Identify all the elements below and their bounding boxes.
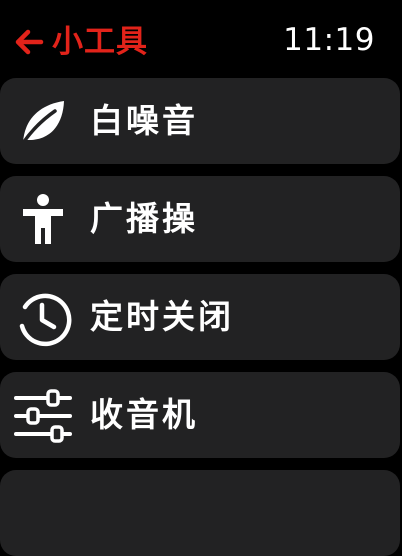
- back-button[interactable]: 小工具: [14, 22, 148, 62]
- list-item-label: 白噪音: [90, 101, 198, 140]
- top-bar: 小工具 11:19: [0, 0, 402, 78]
- person-standing-icon: [14, 192, 72, 248]
- list-item-label: 定时关闭: [90, 297, 234, 336]
- list-item-partial[interactable]: [0, 470, 400, 556]
- sliders-icon: [14, 388, 72, 444]
- list-item-label: 广播操: [90, 199, 198, 238]
- leaf-icon: [14, 94, 72, 150]
- status-time: 11:19: [283, 22, 375, 58]
- arrow-left-icon: [15, 29, 44, 55]
- list-item-radio[interactable]: 收音机: [0, 372, 400, 458]
- clock-icon: [14, 290, 72, 347]
- list-item-white-noise[interactable]: 白噪音: [0, 78, 400, 164]
- list-item-radio-exercise[interactable]: 广播操: [0, 176, 400, 262]
- list-item-sleep-timer[interactable]: 定时关闭: [0, 274, 400, 360]
- page-title: 小工具: [52, 24, 148, 60]
- list-item-label: 收音机: [90, 395, 198, 434]
